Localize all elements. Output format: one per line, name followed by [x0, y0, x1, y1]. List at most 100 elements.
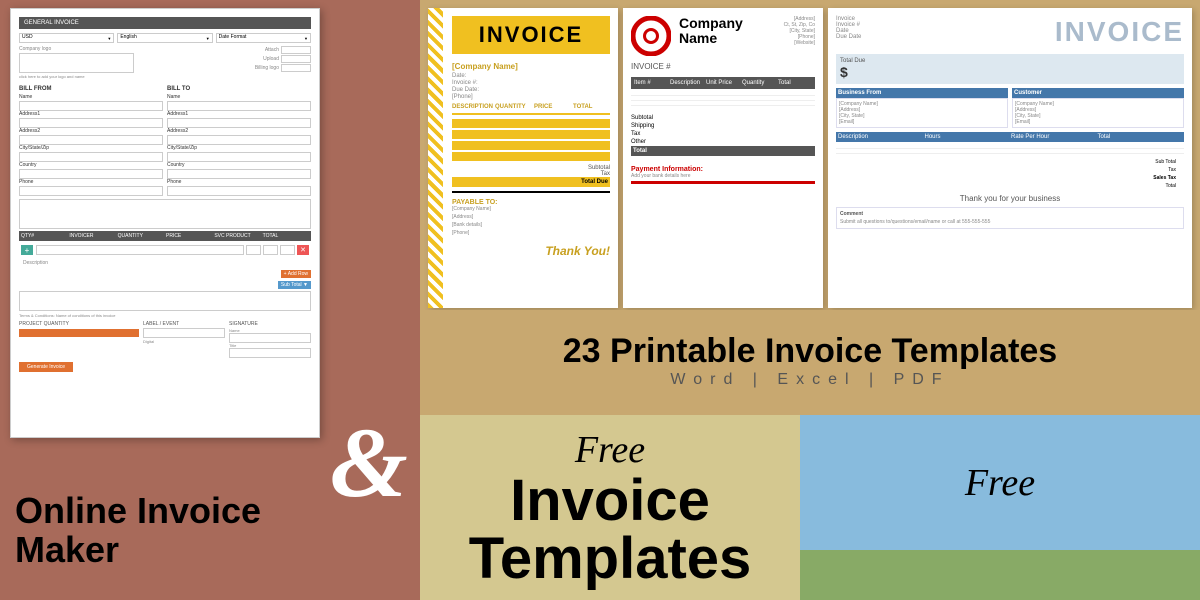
delete-item-button[interactable]: ✕: [297, 245, 309, 255]
t3-business-section: Business From [Company Name] [Address] […: [836, 88, 1008, 128]
t2-summary: Subtotal Shipping Tax Other Total: [631, 114, 815, 156]
bottom-notes-textarea[interactable]: [19, 291, 311, 311]
to-addr2-field[interactable]: [167, 135, 311, 145]
language-select[interactable]: English: [117, 33, 212, 43]
t1-row3: [452, 141, 610, 150]
t1-phone-payable: [Phone]: [452, 230, 610, 236]
item-qty-field[interactable]: [246, 245, 261, 255]
to-name-field[interactable]: [167, 101, 311, 111]
from-name-field[interactable]: [19, 101, 163, 111]
from-addr2-field[interactable]: [19, 135, 163, 145]
t2-row3: [631, 101, 815, 106]
t2-item-col: Item #: [634, 80, 668, 86]
to-city-field[interactable]: [167, 152, 311, 162]
t3-total-amount-row: $: [840, 64, 1180, 80]
signature-label: SIGNATURE: [229, 321, 311, 327]
t1-address-payable: [Address]: [452, 214, 610, 220]
headline-area: 23 Printable Invoice Templates Word | Ex…: [420, 310, 1200, 410]
currency-select[interactable]: USD: [19, 33, 114, 43]
line-items-header: QTY# INVOICER QUANTITY PRICE SVC PRODUCT…: [19, 231, 311, 241]
t3-total-box: Total Due $: [836, 54, 1184, 84]
t1-desc-col: DESCRIPTION: [452, 104, 493, 110]
t2-company-name-text: CompanyName: [679, 16, 776, 47]
t2-address: [Address] Ct, St, Zip, Co [City, State] …: [784, 16, 815, 46]
t3-totals: Sub Total Tax Sales Tax Total: [836, 158, 1184, 190]
line2: Maker: [15, 529, 119, 570]
from-city-field[interactable]: [19, 152, 163, 162]
t1-table-header: DESCRIPTION QUANTITY PRICE TOTAL: [452, 101, 610, 115]
t1-invoice-label: Invoice #:: [452, 80, 478, 86]
t1-payable-label: PAYABLE TO:: [452, 199, 610, 206]
t2-unit-col: Unit Price: [706, 80, 740, 86]
t1-invoice-num: Invoice #:: [452, 80, 610, 86]
t3-total-final-row: Total: [836, 182, 1184, 190]
template-yellow-invoice[interactable]: INVOICE [Company Name] Date: Invoice #: …: [428, 8, 618, 308]
t2-logo: [631, 16, 671, 56]
item-desc-field[interactable]: [36, 245, 244, 255]
template-company-name[interactable]: CompanyName [Address] Ct, St, Zip, Co [C…: [623, 8, 823, 308]
progress-bar: [19, 329, 139, 337]
signature-title-field[interactable]: [229, 348, 311, 358]
bill-from: BILL FROM Name Address1 Address2 City/St…: [19, 82, 163, 196]
t1-qty-col: QUANTITY: [495, 104, 532, 110]
t1-due-label: Due Date:: [452, 87, 479, 93]
t3-header: InvoiceInvoice #DateDue Date INVOICE: [836, 16, 1184, 48]
bill-to: BILL TO Name Address1 Address2 City/Stat…: [167, 82, 311, 196]
from-country-field[interactable]: [19, 169, 163, 179]
t3-table-header: Description Hours Rate Per Hour Total: [836, 132, 1184, 142]
t2-qty-col: Quantity: [742, 80, 776, 86]
to-country-field[interactable]: [167, 169, 311, 179]
to-addr1-field[interactable]: [167, 118, 311, 128]
t1-total-due: Total Due: [452, 177, 610, 187]
sub-total-button[interactable]: Sub Total ▼: [278, 281, 311, 289]
notes-area: [19, 199, 311, 229]
notes-textarea[interactable]: [19, 199, 311, 229]
t3-row2: [836, 149, 1184, 154]
t2-header: CompanyName [Address] Ct, St, Zip, Co [C…: [631, 16, 815, 56]
logo-field: [19, 53, 134, 73]
t1-row1: [452, 119, 610, 128]
t1-title: INVOICE: [458, 22, 604, 48]
t1-phone: [Phone]: [452, 94, 610, 100]
date-select[interactable]: Date Format: [216, 33, 311, 43]
from-addr1-field[interactable]: [19, 118, 163, 128]
t2-red-bar: [631, 181, 815, 184]
description-label: Description: [19, 259, 311, 267]
preview-header: GENERAL INVOICE: [19, 17, 311, 29]
t2-shipping: Shipping: [631, 122, 815, 130]
item-total-field[interactable]: [280, 245, 295, 255]
signature-section: SIGNATURE Name Title: [229, 321, 311, 358]
t2-subtotal: Subtotal: [631, 114, 815, 122]
t3-hours-col: Hours: [925, 134, 1010, 140]
label-event-field[interactable]: [143, 328, 225, 338]
from-phone-field[interactable]: [19, 186, 163, 196]
t3-tax-row: Tax: [836, 166, 1184, 174]
t3-title: INVOICE: [1055, 16, 1184, 48]
add-item-button[interactable]: +: [21, 245, 33, 255]
t3-comment-area: Comment Submit all questions to/question…: [836, 207, 1184, 229]
t3-comment-text: Submit all questions to/questions/email/…: [840, 219, 1180, 225]
t2-other: Other: [631, 138, 815, 146]
t1-row2: [452, 130, 610, 139]
billing-section: BILL FROM Name Address1 Address2 City/St…: [19, 82, 311, 196]
stripe-decoration: [428, 8, 443, 308]
t3-business-content: [Company Name] [Address] [City, State] […: [836, 98, 1008, 128]
t2-total: Total: [631, 146, 815, 156]
add-row-area: + Add Row: [19, 269, 311, 279]
generate-invoice-button[interactable]: Generate Invoice: [19, 362, 73, 372]
item-price-field[interactable]: [263, 245, 278, 255]
subtotal-area: Sub Total ▼: [19, 281, 311, 289]
t3-from-to-sections: Business From [Company Name] [Address] […: [836, 88, 1184, 128]
signature-name-field[interactable]: [229, 333, 311, 343]
t1-line-items: [452, 119, 610, 161]
template-blue-invoice[interactable]: InvoiceInvoice #DateDue Date INVOICE Tot…: [828, 8, 1192, 308]
invoice-templates-text: Invoice Templates: [420, 472, 800, 588]
label-event-section: LABEL / EVENT Digital: [143, 321, 225, 358]
to-phone-field[interactable]: [167, 186, 311, 196]
add-row-button[interactable]: + Add Row: [281, 270, 311, 278]
bottom-controls: PROJECT QUANTITY LABEL / EVENT Digital S…: [19, 321, 311, 358]
t1-price-col: PRICE: [534, 104, 571, 110]
bill-from-label: BILL FROM: [19, 86, 163, 92]
t1-date-label: Date:: [452, 73, 466, 79]
t3-desc-col: Description: [838, 134, 923, 140]
